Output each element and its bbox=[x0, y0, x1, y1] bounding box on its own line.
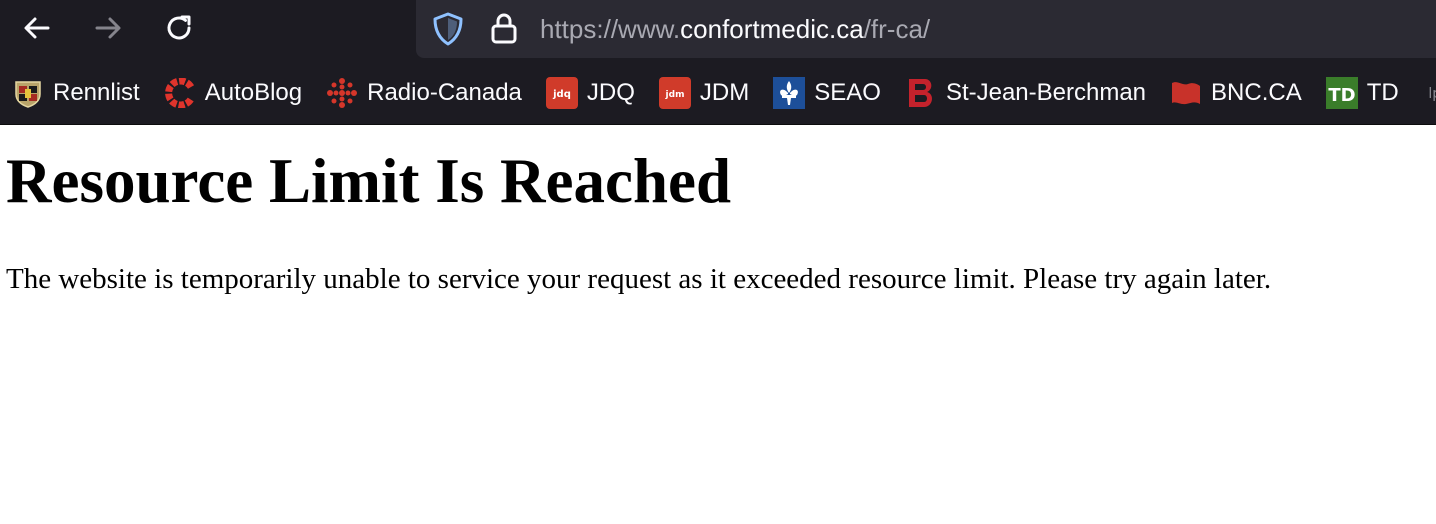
jdm-icon: jdm bbox=[658, 77, 691, 109]
autoblog-icon bbox=[164, 77, 196, 109]
bookmark-jdq[interactable]: jdq JDQ bbox=[545, 73, 635, 113]
svg-text:lpa: lpa bbox=[1428, 86, 1436, 102]
error-message: The website is temporarily unable to ser… bbox=[6, 263, 1272, 295]
bookmark-autoblog[interactable]: AutoBlog bbox=[164, 73, 302, 113]
url-domain: confortmedic.ca bbox=[680, 14, 864, 44]
bookmark-label: JDQ bbox=[586, 79, 635, 106]
bnc-flag-icon bbox=[1170, 77, 1202, 109]
arrow-left-icon bbox=[24, 17, 50, 39]
reload-icon bbox=[167, 15, 191, 40]
bookmark-label: Radio-Canada bbox=[367, 79, 522, 106]
svg-text:jdm: jdm bbox=[664, 90, 684, 100]
bookmark-bnc[interactable]: BNC.CA bbox=[1170, 73, 1302, 113]
bookmark-label: Rennlist bbox=[53, 79, 140, 106]
back-button[interactable] bbox=[14, 8, 60, 48]
reload-button[interactable] bbox=[157, 8, 203, 48]
jdq-icon: jdq bbox=[545, 77, 578, 109]
url-text[interactable]: https://www.confortmedic.ca/fr-ca/ bbox=[540, 13, 930, 45]
svg-text:TD: TD bbox=[1328, 85, 1355, 106]
svg-text:jdq: jdq bbox=[552, 89, 571, 100]
bookmark-label: St-Jean-Berchman bbox=[945, 79, 1147, 106]
page-title: Resource Limit Is Reached bbox=[6, 146, 731, 216]
forward-button[interactable] bbox=[85, 8, 131, 48]
url-path: /fr-ca/ bbox=[863, 14, 931, 44]
bookmark-rennlist[interactable]: Rennlist bbox=[12, 73, 140, 113]
bookmark-st-jean-berchman[interactable]: St-Jean-Berchman bbox=[905, 73, 1146, 113]
radio-canada-icon bbox=[326, 77, 358, 109]
bookmark-radio-canada[interactable]: Radio-Canada bbox=[326, 73, 522, 113]
navigation-toolbar: https://www.confortmedic.ca/fr-ca/ bbox=[0, 0, 1436, 62]
bookmark-label: JDM bbox=[699, 79, 750, 106]
arrow-right-icon bbox=[95, 17, 121, 39]
bookmark-label: AutoBlog bbox=[204, 79, 303, 106]
page-content: Resource Limit Is Reached The website is… bbox=[0, 146, 1436, 296]
shield-icon[interactable] bbox=[432, 12, 464, 46]
bookmark-label: SEAO bbox=[814, 79, 881, 106]
b-letter-icon bbox=[905, 77, 937, 109]
bookmark-lp[interactable]: lpa LP bbox=[1423, 73, 1436, 113]
bookmark-jdm[interactable]: jdm JDM bbox=[658, 73, 750, 113]
url-scheme: https://www. bbox=[540, 14, 681, 44]
browser-chrome: https://www.confortmedic.ca/fr-ca/ Rennl… bbox=[0, 0, 1436, 125]
bookmark-td[interactable]: TD TD bbox=[1325, 73, 1399, 113]
fleur-de-lis-icon bbox=[773, 77, 806, 109]
bookmark-label: BNC.CA bbox=[1211, 79, 1302, 106]
bookmark-seao[interactable]: SEAO bbox=[773, 73, 881, 113]
td-icon: TD bbox=[1325, 77, 1358, 109]
porsche-crest-icon bbox=[12, 77, 44, 109]
bookmark-label: TD bbox=[1366, 79, 1399, 106]
lock-icon[interactable] bbox=[490, 11, 518, 45]
bookmarks-toolbar: Rennlist AutoBlog Radio-Canada jdq JDQ j… bbox=[0, 62, 1436, 125]
lpa-icon: lpa bbox=[1423, 77, 1436, 109]
url-bar[interactable]: https://www.confortmedic.ca/fr-ca/ bbox=[416, 0, 1436, 58]
